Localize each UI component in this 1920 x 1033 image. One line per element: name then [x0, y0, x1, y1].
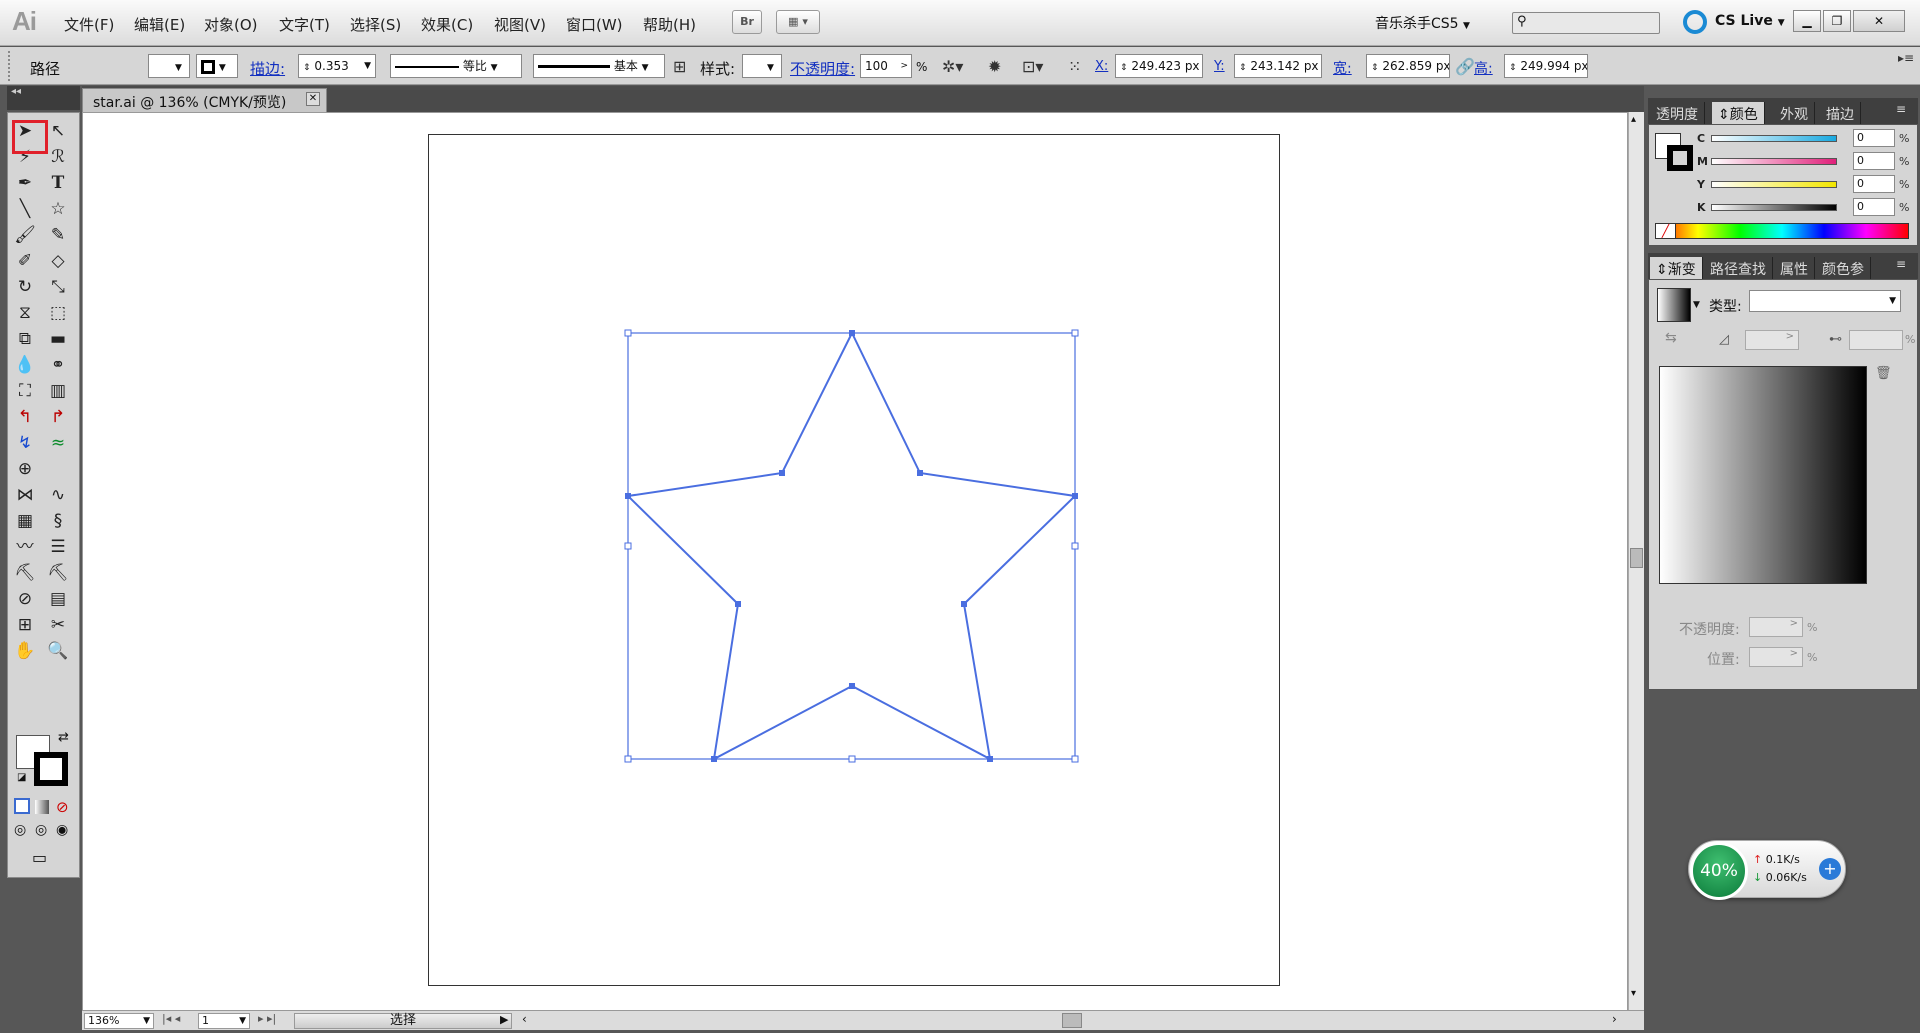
channel-label-k: K	[1697, 201, 1706, 214]
horizontal-scroll-thumb[interactable]	[1062, 1013, 1082, 1028]
tab-color-guide[interactable]: 颜色参	[1816, 257, 1871, 279]
panel-menu-icon[interactable]: ≡	[1896, 257, 1906, 271]
value-c[interactable]: 0	[1853, 129, 1895, 147]
upload-speed: ↑ 0.1K/s	[1753, 853, 1800, 866]
none-color-icon[interactable]: ╱	[1656, 224, 1676, 238]
scroll-up-icon[interactable]: ▴	[1631, 114, 1636, 125]
gradient-swatch[interactable]	[1657, 288, 1691, 322]
page-select[interactable]: 1 ▼	[198, 1013, 250, 1029]
color-panel-tabs: 透明度 ⇕颜色 外观 描边 ≡	[1648, 98, 1918, 124]
angle-icon: ◿	[1719, 332, 1729, 347]
color-spectrum[interactable]: ╱	[1655, 223, 1909, 239]
value-k[interactable]: 0	[1853, 198, 1895, 216]
chevron-down-icon: ▼	[239, 1016, 246, 1026]
value-m[interactable]: 0	[1853, 152, 1895, 170]
gradient-opacity-label: 不透明度:	[1679, 622, 1740, 638]
gradient-type-label: 类型:	[1709, 299, 1742, 315]
chevron-right-icon: >	[1789, 618, 1798, 629]
scroll-right-icon[interactable]: ›	[1612, 1012, 1617, 1026]
tab-appearance[interactable]: 外观	[1774, 102, 1815, 124]
anchor-points	[625, 330, 1078, 762]
slider-y[interactable]	[1711, 181, 1837, 188]
status-mode[interactable]: 选择	[294, 1013, 512, 1029]
network-percent-badge: 40%	[1690, 842, 1748, 900]
gradient-opacity-input[interactable]: >	[1749, 617, 1803, 637]
arrow-down-icon: ↓	[1753, 871, 1763, 884]
reverse-gradient-icon[interactable]: ⇆	[1665, 330, 1677, 346]
aspect-ratio-input[interactable]	[1849, 330, 1903, 350]
chevron-down-icon: ▼	[143, 1016, 150, 1026]
status-bar: 136% ▼ |◂ ◂ 1 ▼ ▸ ▸| 选择 ▶ ‹ ›	[82, 1010, 1644, 1030]
gradient-type-select[interactable]: ▼	[1749, 290, 1901, 312]
value-y[interactable]: 0	[1853, 175, 1895, 193]
tab-stroke[interactable]: 描边	[1820, 102, 1861, 124]
angle-input[interactable]: >	[1745, 330, 1799, 350]
scroll-thumb[interactable]	[1630, 548, 1643, 568]
gradient-panel: ▼ 类型: ▼ ⇆ ◿ > ⊷ % 🗑 不透明度: > % 位置: > %	[1648, 279, 1918, 690]
arrow-up-icon: ↑	[1753, 853, 1763, 866]
tab-attributes[interactable]: 属性	[1774, 257, 1815, 279]
tab-arrows-icon: ⇕	[1656, 262, 1668, 278]
tab-gradient[interactable]: ⇕渐变	[1650, 257, 1703, 279]
slider-m[interactable]	[1711, 158, 1837, 165]
stroke-swatch[interactable]	[1667, 145, 1693, 171]
slider-c[interactable]	[1711, 135, 1837, 142]
slider-k[interactable]	[1711, 204, 1837, 211]
download-speed: ↓ 0.06K/s	[1753, 871, 1807, 884]
first-page-icon[interactable]: |◂ ◂	[162, 1012, 180, 1025]
panel-menu-icon[interactable]: ≡	[1896, 102, 1906, 116]
unit-k: %	[1899, 201, 1910, 214]
chevron-down-icon[interactable]: ▼	[1693, 300, 1700, 310]
add-icon[interactable]: +	[1819, 858, 1841, 880]
zoom-select[interactable]: 136% ▼	[84, 1013, 154, 1029]
status-menu-icon[interactable]: ▶	[500, 1013, 508, 1026]
tab-transparency[interactable]: 透明度	[1650, 102, 1705, 124]
scroll-down-icon[interactable]: ▾	[1631, 988, 1636, 999]
bounding-box	[627, 332, 1076, 760]
gradient-location-unit: %	[1807, 651, 1818, 664]
aspect-ratio-icon: ⊷	[1829, 332, 1842, 347]
gradient-location-input[interactable]: >	[1749, 647, 1803, 667]
unit-m: %	[1899, 155, 1910, 168]
channel-label-c: C	[1697, 132, 1706, 145]
chevron-right-icon: >	[1785, 331, 1794, 342]
gradient-location-label: 位置:	[1707, 652, 1740, 668]
gradient-panel-tabs: ⇕渐变 路径查找 属性 颜色参 ≡	[1648, 253, 1918, 279]
last-page-icon[interactable]: ▸ ▸|	[258, 1012, 276, 1025]
color-panel: C 0 % M 0 % Y 0 % K 0 % ╱	[1648, 124, 1918, 246]
gradient-preview[interactable]	[1659, 366, 1867, 584]
unit-y: %	[1899, 178, 1910, 191]
tab-color[interactable]: ⇕颜色	[1712, 102, 1765, 124]
vertical-scrollbar[interactable]: ▴ ▾	[1628, 112, 1644, 1012]
aspect-unit: %	[1905, 333, 1916, 346]
gradient-opacity-unit: %	[1807, 621, 1818, 634]
bounding-handles[interactable]	[624, 329, 1079, 763]
channel-label-y: Y	[1697, 178, 1705, 191]
tab-arrows-icon: ⇕	[1718, 107, 1730, 123]
chevron-down-icon: ▼	[1889, 296, 1896, 306]
scroll-left-icon[interactable]: ‹	[522, 1012, 527, 1026]
unit-c: %	[1899, 132, 1910, 145]
channel-label-m: M	[1697, 155, 1708, 168]
delete-stop-icon[interactable]: 🗑	[1875, 366, 1892, 381]
chevron-right-icon: >	[1789, 648, 1798, 659]
star-path[interactable]	[625, 330, 1078, 761]
tab-pathfinder[interactable]: 路径查找	[1704, 257, 1773, 279]
